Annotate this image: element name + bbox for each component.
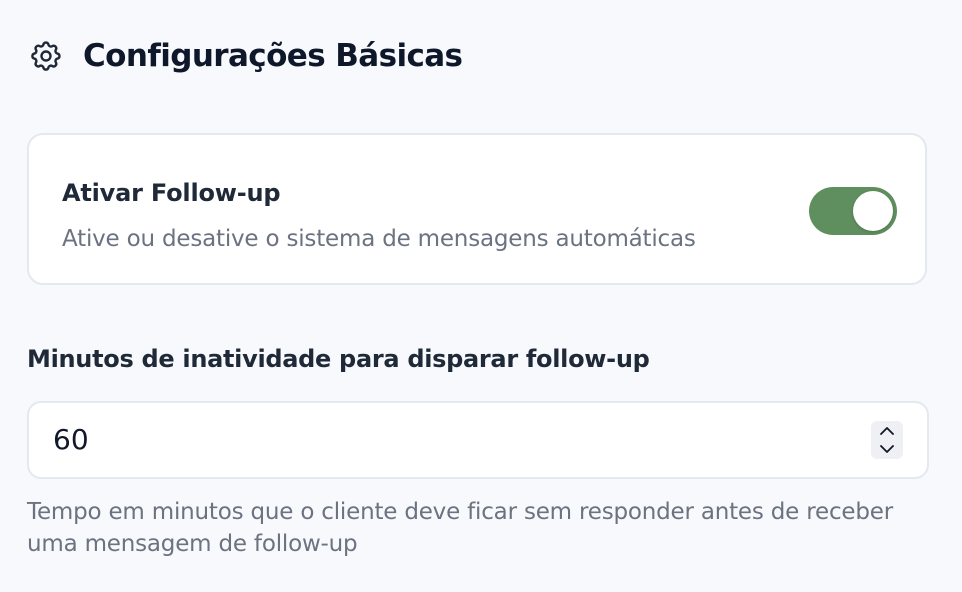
chevron-up-icon[interactable] <box>871 422 903 440</box>
followup-toggle-card: Ativar Follow-up Ative ou desative o sis… <box>27 133 927 285</box>
toggle-knob <box>853 191 893 231</box>
gear-icon <box>27 37 65 75</box>
followup-toggle-switch[interactable] <box>809 187 897 235</box>
inactivity-help-text: Tempo em minutos que o cliente deve fica… <box>27 499 893 557</box>
followup-toggle-label: Ativar Follow-up <box>62 179 281 207</box>
section-title: Configurações Básicas <box>83 38 463 74</box>
followup-toggle-description: Ative ou desative o sistema de mensagens… <box>62 226 696 252</box>
inactivity-minutes-input[interactable]: 60 <box>27 401 929 479</box>
inactivity-minutes-value: 60 <box>53 423 89 456</box>
section-header: Configurações Básicas <box>27 34 463 78</box>
chevron-down-icon[interactable] <box>871 440 903 458</box>
number-stepper <box>871 421 903 459</box>
inactivity-minutes-label: Minutos de inatividade para disparar fol… <box>27 345 650 373</box>
